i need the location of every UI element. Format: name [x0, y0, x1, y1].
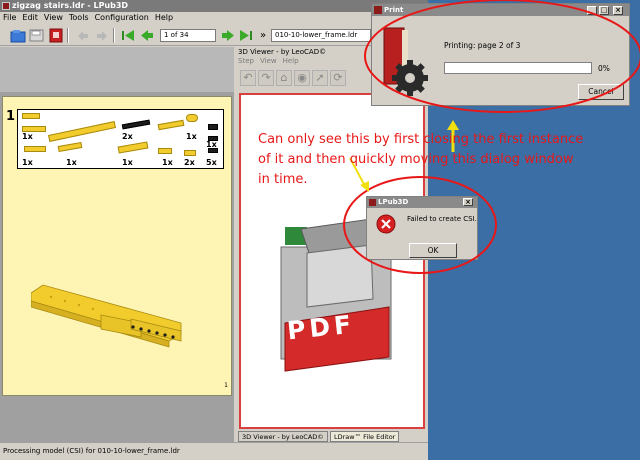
first-page-icon[interactable]: [120, 28, 136, 43]
part-quantity: 5x: [206, 158, 217, 167]
part-brick: [57, 141, 83, 153]
rotate-right-icon[interactable]: ↷: [258, 70, 274, 86]
viewer-title: 3D Viewer - by LeoCAD©: [238, 48, 327, 56]
print-dialog-title: Print: [384, 6, 404, 14]
last-page-icon[interactable]: [238, 28, 254, 43]
maximize-icon[interactable]: □: [599, 6, 609, 15]
part-quantity: 1x: [122, 158, 133, 167]
tab-3d-viewer[interactable]: 3D Viewer - by LeoCAD©: [238, 431, 328, 442]
close-icon[interactable]: ×: [463, 198, 473, 206]
main-window: zigzag stairs.ldr - LPub3D File Edit View T…: [0, 0, 428, 460]
print-progress-dialog[interactable]: Print _ □ × Printing: page 2 of 3 0% Can…: [371, 3, 630, 106]
viewer-tab-bar: 3D Viewer - by LeoCAD© LDraw™ File Edito…: [238, 431, 428, 442]
annotation-text: Can only see this by first closing the f…: [258, 132, 584, 187]
part-quantity: 1x: [206, 140, 217, 149]
part-brick: [48, 121, 116, 142]
menu-configuration[interactable]: Configuration: [92, 12, 152, 24]
part-brick: [158, 148, 172, 154]
app-icon: [2, 2, 10, 10]
step-model-image: [31, 284, 182, 348]
error-dialog-icon: [369, 199, 376, 206]
part-brick: [157, 119, 185, 131]
next-page-icon[interactable]: [220, 28, 236, 43]
minimize-icon[interactable]: _: [587, 6, 597, 15]
export-pdf-icon[interactable]: [48, 28, 64, 43]
close-icon[interactable]: ×: [613, 6, 623, 15]
ok-button[interactable]: OK: [409, 243, 457, 258]
print-progress-percent: 0%: [598, 64, 610, 73]
step-number: 1: [6, 109, 16, 124]
print-dialog-icon: [374, 6, 382, 14]
viewer-menu-step[interactable]: Step: [238, 57, 254, 65]
error-message: Failed to create CSI.: [407, 215, 477, 223]
part-quantity: 2x: [184, 158, 195, 167]
instruction-page-panel[interactable]: 1 1x 2x 1x 1x 1x 1x 1x 1x 2x 5x 1: [0, 47, 234, 442]
toolbar-separator: [113, 28, 115, 43]
print-dialog-titlebar[interactable]: Print _ □ ×: [372, 4, 629, 16]
previous-page-icon[interactable]: [139, 28, 155, 43]
status-bar: Processing model (CSI) for 010-10-lower_…: [0, 442, 428, 460]
orbit-icon[interactable]: ⟳: [330, 70, 346, 86]
instruction-page[interactable]: 1 1x 2x 1x 1x 1x 1x 1x 1x 2x 5x 1: [2, 96, 232, 396]
menu-help[interactable]: Help: [152, 12, 176, 24]
open-icon[interactable]: [10, 28, 26, 43]
part-brick: [117, 141, 149, 154]
printing-book-gear-icon: [383, 27, 428, 96]
save-icon[interactable]: [29, 28, 45, 43]
part-brick: [186, 114, 198, 122]
rotate-left-icon[interactable]: ↶: [240, 70, 256, 86]
main-titlebar[interactable]: zigzag stairs.ldr - LPub3D: [0, 0, 428, 12]
panel-background-strip: [0, 47, 234, 92]
zoom-extents-icon[interactable]: ◉: [294, 70, 310, 86]
page-number: 1: [224, 382, 228, 389]
print-progress-bar: [444, 62, 592, 74]
undo-icon[interactable]: [75, 28, 91, 43]
page-number-field[interactable]: 1 of 34: [160, 29, 216, 42]
viewer-menu-help[interactable]: Help: [283, 57, 299, 65]
annotation-arrow-up-head: [447, 120, 459, 130]
part-dark-brick: [208, 124, 218, 130]
part-quantity: 1x: [66, 158, 77, 167]
cancel-button[interactable]: Cancel: [578, 84, 624, 100]
error-dialog-title: LPub3D: [378, 198, 409, 206]
select-pointer-icon[interactable]: ➚: [312, 70, 328, 86]
tab-ldraw-file-editor[interactable]: LDraw™ File Editor: [330, 431, 400, 442]
toolbar-overflow-button[interactable]: »: [255, 28, 271, 43]
menu-tools[interactable]: Tools: [66, 12, 92, 24]
home-view-icon[interactable]: ⌂: [276, 70, 292, 86]
part-quantity: 1x: [22, 132, 33, 141]
part-brick: [184, 150, 196, 156]
parts-list-box[interactable]: 1x 2x 1x 1x 1x 1x 1x 1x 2x 5x: [17, 109, 224, 169]
part-quantity: 2x: [122, 132, 133, 141]
menu-view[interactable]: View: [41, 12, 66, 24]
menu-edit[interactable]: Edit: [19, 12, 41, 24]
error-icon: [376, 214, 396, 234]
toolbar-separator: [67, 28, 69, 43]
menu-file[interactable]: File: [0, 12, 19, 24]
viewer-menu-view[interactable]: View: [260, 57, 277, 65]
redo-icon[interactable]: [94, 28, 110, 43]
part-quantity: 1x: [162, 158, 173, 167]
part-quantity: 1x: [22, 158, 33, 167]
part-brick: [22, 113, 40, 119]
error-dialog[interactable]: LPub3D × Failed to create CSI. OK: [366, 196, 478, 260]
part-dark-brick: [121, 119, 151, 130]
part-brick: [24, 146, 46, 152]
toolbar: 1 of 34 » 010-10-lower_frame.ldr: [0, 25, 428, 46]
window-title: zigzag stairs.ldr - LPub3D: [12, 1, 129, 10]
part-quantity: 1x: [186, 132, 197, 141]
menu-bar: File Edit View Tools Configuration Help: [0, 12, 428, 24]
viewer-menu-bar: Step View Help: [238, 57, 305, 65]
printing-status-text: Printing: page 2 of 3: [444, 41, 521, 50]
submodel-selector[interactable]: 010-10-lower_frame.ldr: [271, 29, 371, 42]
error-dialog-titlebar[interactable]: LPub3D ×: [367, 197, 477, 208]
